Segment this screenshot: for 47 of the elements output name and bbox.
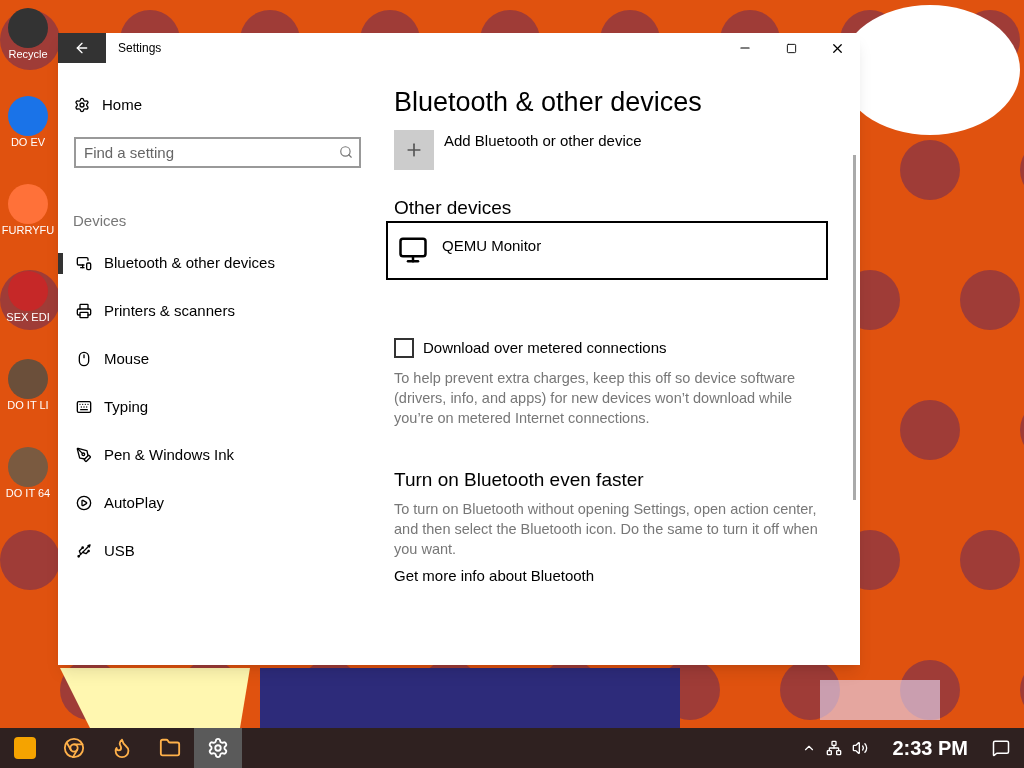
maximize-icon [785, 42, 797, 54]
add-device-button[interactable]: Add Bluetooth or other device [394, 130, 834, 170]
checkbox[interactable] [394, 338, 414, 359]
taskbar-app[interactable] [194, 728, 242, 768]
folder-icon [159, 737, 181, 759]
devices-icon [76, 255, 92, 271]
clock[interactable]: 2:33 PM [892, 733, 968, 763]
monitor-icon [398, 235, 428, 265]
printer-icon [76, 303, 92, 319]
desktop-icon-label: DO EV [10, 135, 46, 150]
description-text: To help prevent extra charges, keep this off so device software (drivers, info, and apps) for new devices won’t download while you’re on metered Internet connections. [394, 368, 797, 428]
network-icon[interactable] [826, 740, 843, 756]
nav-item[interactable]: Printers & scanners [58, 300, 382, 322]
home-link[interactable]: Home [58, 93, 382, 117]
back-button[interactable] [58, 33, 106, 63]
info-link[interactable]: Get more info about Bluetooth [394, 564, 834, 587]
checkbox-label: Download over metered connections [423, 338, 667, 358]
play-icon [76, 495, 92, 511]
section-label: Devices [72, 211, 128, 231]
notifications-icon[interactable] [992, 739, 1010, 757]
section-heading: Turn on Bluetooth even faster [394, 469, 645, 489]
section-heading: Other devices [394, 198, 513, 217]
usb-icon [76, 543, 92, 559]
page-title: Bluetooth & other devices [394, 89, 703, 116]
description-text: To turn on Bluetooth without opening Settings, open action center, and then select the Bluetooth icon. Do the same to turn it off when you want. [394, 499, 819, 559]
nav-item[interactable]: Bluetooth & other devices [58, 252, 382, 274]
desktop-icon-label: SEX EDI [6, 311, 50, 325]
search-field[interactable]: Find a setting [74, 137, 361, 168]
desktop-icon-label: DO IT 64 [5, 486, 51, 501]
desktop-icon-label: FURRYFU [1, 223, 55, 238]
search-icon [339, 145, 353, 159]
desktop-icon-label: DO IT LI [7, 399, 49, 413]
device-tile[interactable]: QEMU Monitor [386, 221, 828, 280]
nav-item[interactable]: Mouse [58, 348, 382, 370]
mouse-icon [76, 351, 92, 367]
volume-icon[interactable] [852, 740, 869, 756]
nav-item[interactable]: AutoPlay [58, 492, 382, 514]
nav-item[interactable]: USB [58, 540, 382, 562]
desktop-icon-label: Recycle [8, 48, 48, 62]
browser-icon [63, 737, 85, 759]
settings-icon [74, 97, 90, 113]
settings-icon [207, 737, 229, 759]
keyboard-icon [76, 399, 92, 415]
window-title: Settings [118, 40, 162, 57]
nav-item[interactable]: Pen & Windows Ink [58, 444, 382, 466]
nav-item[interactable]: Typing [58, 396, 382, 418]
pen-icon [76, 447, 92, 463]
